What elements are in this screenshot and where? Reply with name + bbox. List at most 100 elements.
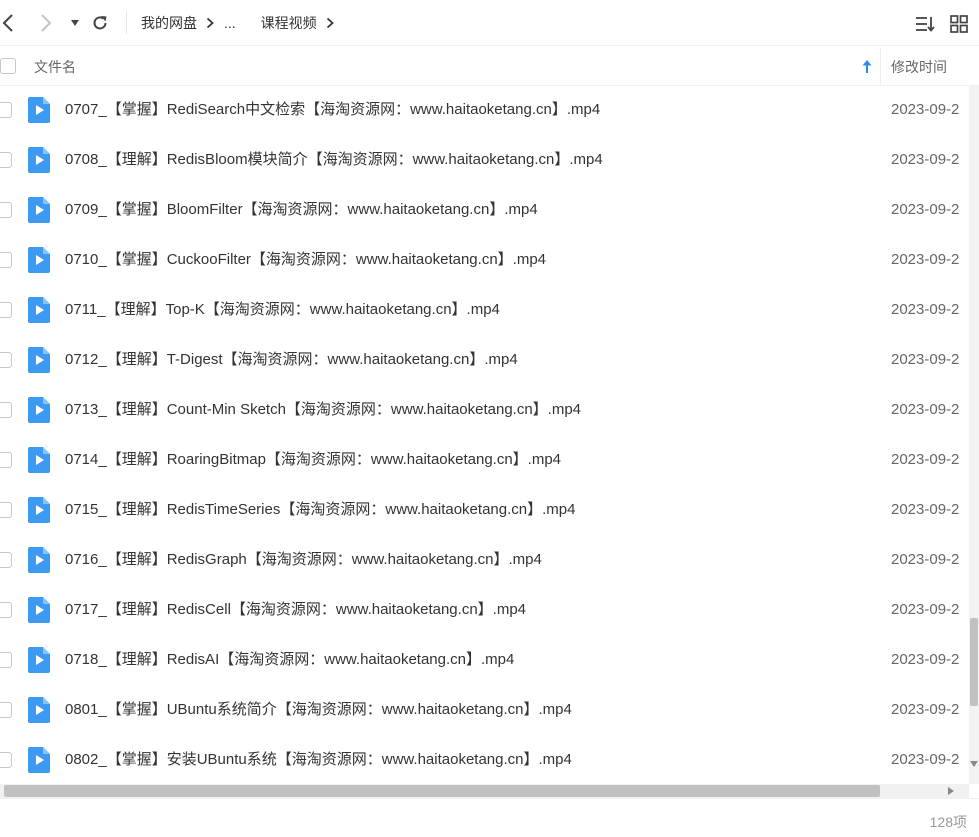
list-item[interactable]: 0715_【理解】RedisTimeSeries【海淘资源网：www.haita…: [0, 486, 969, 536]
row-checkbox[interactable]: [0, 452, 12, 468]
file-modified-time: 2023-09-2: [891, 351, 960, 368]
caret-right-icon: [948, 787, 954, 795]
column-header: 文件名 修改时间: [0, 48, 979, 86]
video-file-icon: [28, 497, 50, 523]
video-file-icon: [28, 97, 50, 123]
video-file-icon: [28, 447, 50, 473]
file-name: 0711_【理解】Top-K【海淘资源网：www.haitaoketang.cn…: [65, 301, 500, 318]
file-name: 0802_【掌握】安装UBuntu系统【海淘资源网：www.haitaoketa…: [65, 751, 572, 768]
scroll-right-arrow[interactable]: [944, 784, 958, 798]
list-item[interactable]: 0717_【理解】RedisCell【海淘资源网：www.haitaoketan…: [0, 586, 969, 636]
file-name: 0718_【理解】RedisAI【海淘资源网：www.haitaoketang.…: [65, 651, 515, 668]
video-file-icon: [28, 197, 50, 223]
select-all-checkbox[interactable]: [0, 58, 16, 74]
row-checkbox[interactable]: [0, 202, 12, 218]
file-modified-time: 2023-09-2: [891, 651, 960, 668]
list-item[interactable]: 0801_【掌握】UBuntu系统简介【海淘资源网：www.haitaoketa…: [0, 686, 969, 736]
arrow-up-icon: [862, 60, 872, 73]
row-checkbox[interactable]: [0, 552, 12, 568]
column-time-header[interactable]: 修改时间: [891, 58, 947, 76]
chevron-right-icon: [206, 17, 214, 29]
file-modified-time: 2023-09-2: [891, 101, 960, 118]
row-checkbox[interactable]: [0, 402, 12, 418]
file-modified-time: 2023-09-2: [891, 751, 960, 768]
vertical-scrollbar[interactable]: [969, 86, 979, 784]
row-checkbox[interactable]: [0, 652, 12, 668]
file-name: 0710_【掌握】CuckooFilter【海淘资源网：www.haitaoke…: [65, 251, 547, 268]
row-checkbox[interactable]: [0, 502, 12, 518]
breadcrumb-ellipsis[interactable]: ...: [224, 15, 236, 31]
file-modified-time: 2023-09-2: [891, 701, 960, 718]
file-name: 0709_【掌握】BloomFilter【海淘资源网：www.haitaoket…: [65, 201, 538, 218]
refresh-icon: [93, 16, 107, 30]
file-name: 0717_【理解】RedisCell【海淘资源网：www.haitaoketan…: [65, 601, 527, 618]
status-bar: 128项: [0, 798, 979, 837]
forward-button[interactable]: [34, 10, 58, 36]
breadcrumb-current[interactable]: 课程视频: [261, 13, 317, 33]
video-file-icon: [28, 697, 50, 723]
video-file-icon: [28, 397, 50, 423]
list-item[interactable]: 0709_【掌握】BloomFilter【海淘资源网：www.haitaoket…: [0, 186, 969, 236]
column-divider[interactable]: [880, 48, 881, 85]
video-file-icon: [28, 597, 50, 623]
file-name: 0715_【理解】RedisTimeSeries【海淘资源网：www.haita…: [65, 501, 576, 518]
history-dropdown-button[interactable]: [63, 10, 87, 36]
row-checkbox[interactable]: [0, 602, 12, 618]
file-manager-window: 我的网盘 ... 课程视频 文件名 修改时间 0707_【掌握】RediSear…: [0, 0, 979, 837]
horizontal-scrollbar-thumb[interactable]: [4, 785, 880, 797]
row-checkbox[interactable]: [0, 352, 12, 368]
chevron-right-icon: [41, 14, 52, 32]
file-name: 0707_【掌握】RediSearch中文检索【海淘资源网：www.haitao…: [65, 101, 601, 118]
refresh-button[interactable]: [88, 10, 112, 36]
sort-button[interactable]: [913, 12, 937, 36]
video-file-icon: [28, 247, 50, 273]
horizontal-scrollbar[interactable]: [0, 784, 969, 798]
breadcrumb-root[interactable]: 我的网盘: [141, 13, 197, 33]
list-item[interactable]: 0802_【掌握】安装UBuntu系统【海淘资源网：www.haitaoketa…: [0, 736, 969, 784]
list-item[interactable]: 0707_【掌握】RediSearch中文检索【海淘资源网：www.haitao…: [0, 86, 969, 136]
list-item[interactable]: 0712_【理解】T-Digest【海淘资源网：www.haitaoketang…: [0, 336, 969, 386]
file-modified-time: 2023-09-2: [891, 601, 960, 618]
file-modified-time: 2023-09-2: [891, 201, 960, 218]
scroll-down-arrow[interactable]: [969, 759, 979, 769]
item-count: 128项: [929, 814, 967, 830]
file-modified-time: 2023-09-2: [891, 451, 960, 468]
row-checkbox[interactable]: [0, 252, 12, 268]
row-checkbox[interactable]: [0, 702, 12, 718]
file-modified-time: 2023-09-2: [891, 401, 960, 418]
chevron-left-icon: [2, 14, 13, 32]
file-name: 0716_【理解】RedisGraph【海淘资源网：www.haitaoketa…: [65, 551, 542, 568]
row-checkbox[interactable]: [0, 302, 12, 318]
list-item[interactable]: 0710_【掌握】CuckooFilter【海淘资源网：www.haitaoke…: [0, 236, 969, 286]
file-name: 0801_【掌握】UBuntu系统简介【海淘资源网：www.haitaoketa…: [65, 701, 572, 718]
chevron-right-icon: [326, 17, 334, 29]
video-file-icon: [28, 747, 50, 773]
video-file-icon: [28, 347, 50, 373]
chevron-right-icon: [250, 17, 251, 29]
file-modified-time: 2023-09-2: [891, 501, 960, 518]
list-item[interactable]: 0711_【理解】Top-K【海淘资源网：www.haitaoketang.cn…: [0, 286, 969, 336]
list-item[interactable]: 0708_【理解】RedisBloom模块简介【海淘资源网：www.haitao…: [0, 136, 969, 186]
sort-ascending-button[interactable]: [860, 58, 874, 76]
list-item[interactable]: 0714_【理解】RoaringBitmap【海淘资源网：www.haitaok…: [0, 436, 969, 486]
file-modified-time: 2023-09-2: [891, 151, 960, 168]
file-modified-time: 2023-09-2: [891, 251, 960, 268]
list-item[interactable]: 0713_【理解】Count-Min Sketch【海淘资源网：www.hait…: [0, 386, 969, 436]
file-list: 0707_【掌握】RediSearch中文检索【海淘资源网：www.haitao…: [0, 86, 969, 784]
column-name-header[interactable]: 文件名: [34, 58, 76, 76]
vertical-scrollbar-thumb[interactable]: [970, 618, 978, 706]
row-checkbox[interactable]: [0, 752, 12, 768]
toolbar-divider: [126, 12, 127, 34]
row-checkbox[interactable]: [0, 102, 12, 118]
file-name: 0708_【理解】RedisBloom模块简介【海淘资源网：www.haitao…: [65, 151, 603, 168]
row-checkbox[interactable]: [0, 152, 12, 168]
video-file-icon: [28, 647, 50, 673]
sort-list-icon: [916, 17, 935, 32]
view-mode-button[interactable]: [947, 12, 971, 36]
video-file-icon: [28, 147, 50, 173]
back-button[interactable]: [0, 10, 20, 36]
list-item[interactable]: 0718_【理解】RedisAI【海淘资源网：www.haitaoketang.…: [0, 636, 969, 686]
list-item[interactable]: 0716_【理解】RedisGraph【海淘资源网：www.haitaoketa…: [0, 536, 969, 586]
file-name: 0713_【理解】Count-Min Sketch【海淘资源网：www.hait…: [65, 401, 582, 418]
video-file-icon: [28, 297, 50, 323]
